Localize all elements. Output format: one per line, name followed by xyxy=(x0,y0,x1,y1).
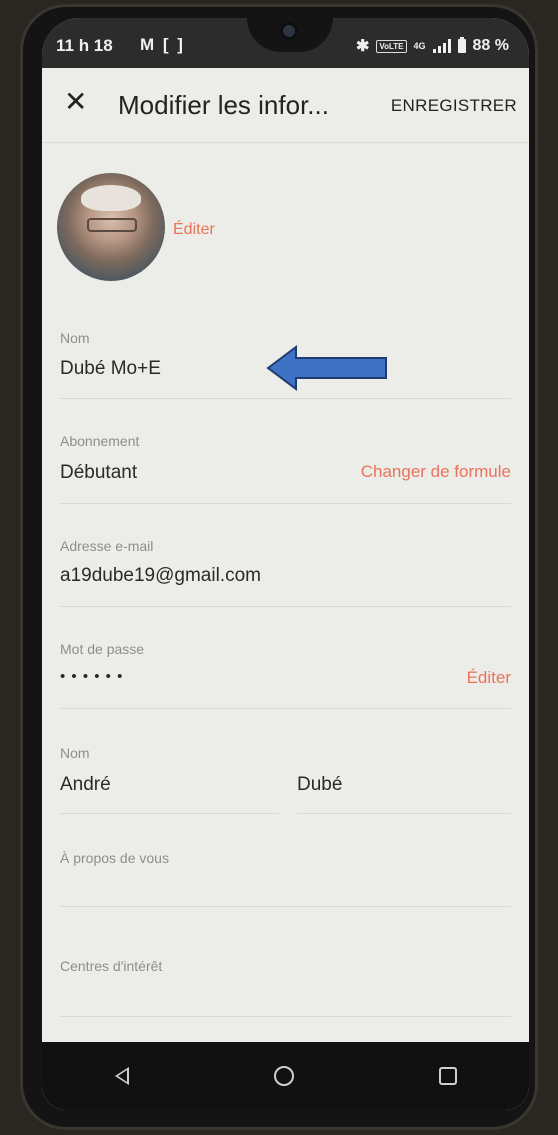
volte-icon: VoLTE xyxy=(376,39,407,53)
home-icon[interactable] xyxy=(273,1066,294,1086)
status-bar: 11 h 18 M [ ] ✱ VoLTE 4G 88 % xyxy=(42,18,529,68)
recents-icon[interactable] xyxy=(438,1067,457,1085)
first-name-underline xyxy=(60,813,279,814)
name-input[interactable]: Dubé Mo+E xyxy=(60,358,161,380)
subscription-value: Débutant xyxy=(60,462,138,483)
system-nav-bar xyxy=(42,1042,529,1110)
name-underline xyxy=(60,398,511,399)
name-label: Nom xyxy=(60,330,90,346)
edit-password-link[interactable]: Éditer xyxy=(467,668,511,688)
last-name-underline xyxy=(297,813,511,814)
camera-notch xyxy=(247,18,333,52)
subscription-underline xyxy=(60,503,511,504)
app-screen: 11 h 18 M [ ] ✱ VoLTE 4G 88 % ✕ Modifier… xyxy=(42,18,529,1110)
battery-level: 88 % xyxy=(472,37,509,54)
status-right-icons: ✱ VoLTE 4G 88 % xyxy=(356,36,509,56)
password-field[interactable]: • • • • • • xyxy=(60,668,123,685)
password-label: Mot de passe xyxy=(60,641,145,657)
change-plan-link[interactable]: Changer de formule xyxy=(361,462,511,482)
last-name-field[interactable]: Dubé xyxy=(297,774,342,796)
front-camera-icon xyxy=(280,22,298,40)
email-underline xyxy=(60,606,511,607)
edit-photo-link[interactable]: Éditer xyxy=(173,221,215,239)
avatar[interactable] xyxy=(57,173,165,281)
interests-underline xyxy=(60,1016,511,1017)
blue-arrow-annotation xyxy=(266,345,387,391)
avatar-hair xyxy=(81,185,141,211)
subscription-label: Abonnement xyxy=(60,433,140,449)
full-name-label: Nom xyxy=(60,745,90,761)
email-label: Adresse e-mail xyxy=(60,538,154,554)
app-bar: ✕ Modifier les infor... ENREGISTRER xyxy=(42,68,529,143)
about-label: À propos de vous xyxy=(60,850,169,866)
back-icon[interactable] xyxy=(114,1067,129,1085)
save-button[interactable]: ENREGISTRER xyxy=(391,96,517,116)
notification-icons: M [ ] xyxy=(140,35,185,54)
close-icon[interactable]: ✕ xyxy=(64,88,87,116)
bluetooth-icon: ✱ xyxy=(355,38,370,55)
network-type: 4G xyxy=(413,41,426,51)
password-underline xyxy=(60,708,511,709)
battery-icon xyxy=(457,37,466,53)
avatar-glasses xyxy=(87,218,137,232)
interests-label: Centres d'intérêt xyxy=(60,958,163,974)
signal-icon xyxy=(432,39,451,53)
status-time: 11 h 18 xyxy=(56,36,113,55)
first-name-field[interactable]: André xyxy=(60,774,111,796)
about-underline xyxy=(60,906,511,907)
email-field[interactable]: a19dube19@gmail.com xyxy=(60,565,261,587)
page-title: Modifier les infor... xyxy=(118,90,329,120)
